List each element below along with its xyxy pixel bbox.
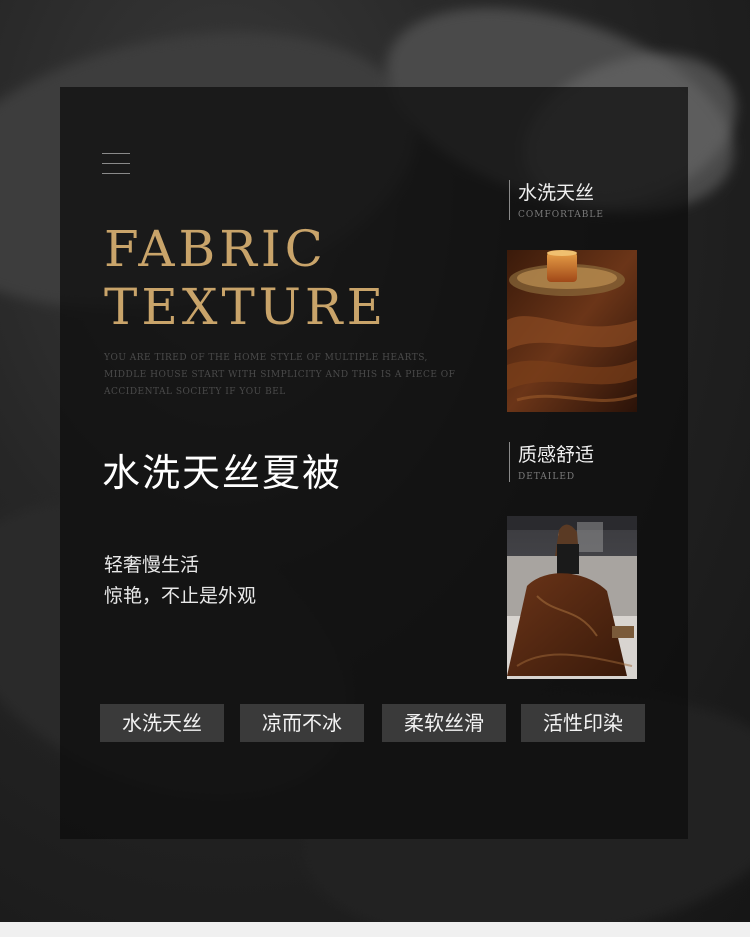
sidebar-item-en: DETAILED bbox=[518, 472, 576, 482]
hero-title-line1: FABRIC bbox=[104, 220, 327, 278]
bedroom-photo bbox=[507, 516, 637, 679]
subtitle-line2: 惊艳，不止是外观 bbox=[104, 585, 257, 607]
feature-tag-soft: 柔软丝滑 bbox=[382, 704, 506, 742]
sidebar-item-cn: 水洗天丝 bbox=[518, 182, 595, 204]
sidebar-item-comfortable: 水洗天丝 COMFORTABLE bbox=[509, 180, 604, 220]
hero-blurb: YOU ARE TIRED OF THE HOME STYLE OF MULTI… bbox=[104, 353, 456, 397]
subtitle-line1: 轻奢慢生活 bbox=[104, 554, 200, 576]
feature-tag-cool: 凉而不冰 bbox=[240, 704, 364, 742]
sidebar-item-cn: 质感舒适 bbox=[518, 444, 595, 466]
menu-icon[interactable] bbox=[102, 153, 130, 174]
product-subtitle: 轻奢慢生活 惊艳，不止是外观 bbox=[104, 550, 256, 612]
feature-tag-dye: 活性印染 bbox=[521, 704, 645, 742]
product-title: 水洗天丝夏被 bbox=[102, 451, 343, 495]
hero-title: FABRIC TEXTURE bbox=[104, 220, 387, 336]
sidebar-item-detailed: 质感舒适 DETAILED bbox=[509, 442, 594, 482]
bottom-strip bbox=[0, 922, 750, 937]
hero-title-line2: TEXTURE bbox=[104, 278, 388, 336]
sidebar-item-en: COMFORTABLE bbox=[518, 210, 604, 220]
feature-tag-washed-tencel: 水洗天丝 bbox=[100, 704, 224, 742]
fabric-photo bbox=[507, 250, 637, 412]
